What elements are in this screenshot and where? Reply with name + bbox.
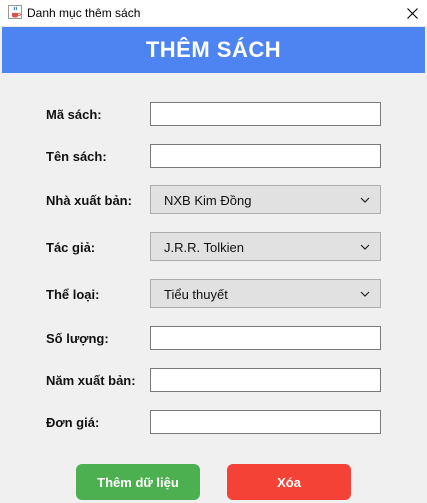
java-cup-icon xyxy=(8,5,22,19)
don-gia-field[interactable] xyxy=(150,410,381,434)
page-title: THÊM SÁCH xyxy=(145,37,282,62)
nha-xuat-ban-label: Nhà xuất bản: xyxy=(46,193,132,208)
tac-gia-dropdown[interactable]: J.R.R. Tolkien xyxy=(150,232,381,261)
ma-sach-label: Mã sách: xyxy=(46,107,102,122)
add-data-button[interactable]: Thêm dữ liệu xyxy=(76,464,200,500)
chevron-down-icon xyxy=(360,197,370,203)
ma-sach-field[interactable] xyxy=(150,102,381,126)
nam-xuat-ban-label: Năm xuất bản: xyxy=(46,373,136,388)
delete-button[interactable]: Xóa xyxy=(227,464,351,500)
tac-gia-label: Tác giả: xyxy=(46,240,96,255)
tac-gia-selected: J.R.R. Tolkien xyxy=(164,240,244,255)
ten-sach-label: Tên sách: xyxy=(46,149,107,164)
so-luong-label: Số lượng: xyxy=(46,331,109,346)
chevron-down-icon xyxy=(360,244,370,250)
nam-xuat-ban-field[interactable] xyxy=(150,368,381,392)
chevron-down-icon xyxy=(360,291,370,297)
the-loai-selected: Tiểu thuyết xyxy=(164,287,228,302)
close-icon xyxy=(406,7,418,19)
the-loai-dropdown[interactable]: Tiểu thuyết xyxy=(150,279,381,308)
window-title: Danh mục thêm sách xyxy=(27,6,141,20)
so-luong-field[interactable] xyxy=(150,326,381,350)
the-loai-label: Thể loại: xyxy=(46,287,100,302)
don-gia-label: Đơn giá: xyxy=(46,415,100,430)
header-banner: THÊM SÁCH xyxy=(2,27,425,73)
ten-sach-field[interactable] xyxy=(150,144,381,168)
nha-xuat-ban-dropdown[interactable]: NXB Kim Đồng xyxy=(150,185,381,214)
nha-xuat-ban-selected: NXB Kim Đồng xyxy=(164,193,252,208)
title-bar: Danh mục thêm sách xyxy=(0,0,427,27)
close-button[interactable] xyxy=(397,0,427,26)
